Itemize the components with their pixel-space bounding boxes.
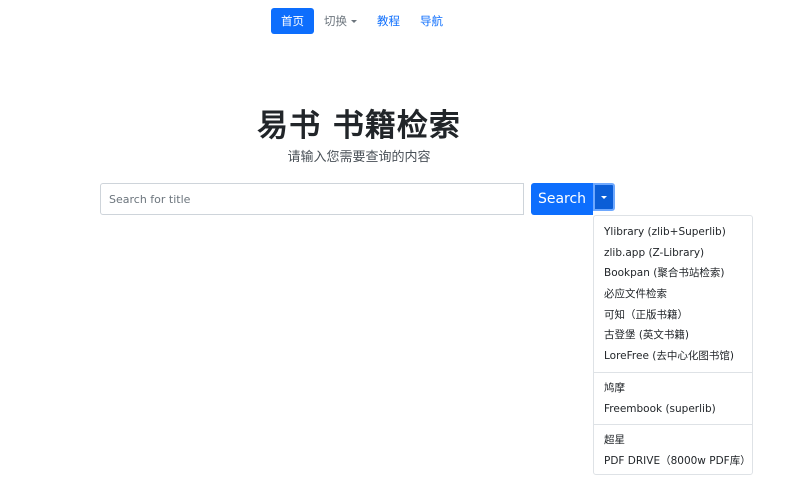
nav-item-navigation[interactable]: 导航 xyxy=(410,8,453,34)
menu-item[interactable]: 超星 xyxy=(594,430,752,451)
search-source-dropdown-toggle[interactable] xyxy=(593,183,615,211)
caret-down-icon xyxy=(351,19,357,23)
menu-item[interactable]: LoreFree (去中心化图书馆) xyxy=(594,346,752,367)
top-nav: 首页 切换 教程 导航 xyxy=(271,8,453,34)
menu-divider xyxy=(594,424,752,426)
menu-item[interactable]: Bookpan (聚合书站检索) xyxy=(594,263,752,284)
menu-item[interactable]: 可知（正版书籍） xyxy=(594,305,752,326)
search-button[interactable]: Search xyxy=(531,183,593,215)
caret-down-icon xyxy=(601,195,607,199)
page-subtitle: 请输入您需要查询的内容 xyxy=(287,150,431,165)
nav-item-home[interactable]: 首页 xyxy=(271,8,314,34)
menu-item[interactable]: zlib.app (Z-Library) xyxy=(594,243,752,264)
nav-item-switch[interactable]: 切换 xyxy=(314,8,367,34)
menu-item[interactable]: 古登堡 (英文书籍) xyxy=(594,325,752,346)
menu-item[interactable]: Ylibrary (zlib+Superlib) xyxy=(594,222,752,243)
menu-item[interactable]: 鸠摩 xyxy=(594,378,752,399)
menu-item[interactable]: Freembook (superlib) xyxy=(594,399,752,420)
menu-item[interactable]: 必应文件检索 xyxy=(594,284,752,305)
nav-item-switch-label: 切换 xyxy=(324,14,347,28)
search-source-menu: Ylibrary (zlib+Superlib) zlib.app (Z-Lib… xyxy=(593,215,753,475)
page-title: 易书 书籍检索 xyxy=(257,108,461,144)
menu-divider xyxy=(594,371,752,373)
search-input[interactable] xyxy=(100,183,524,215)
nav-item-tutorial[interactable]: 教程 xyxy=(367,8,410,34)
menu-item[interactable]: PDF DRIVE（8000w PDF库） xyxy=(594,451,752,472)
